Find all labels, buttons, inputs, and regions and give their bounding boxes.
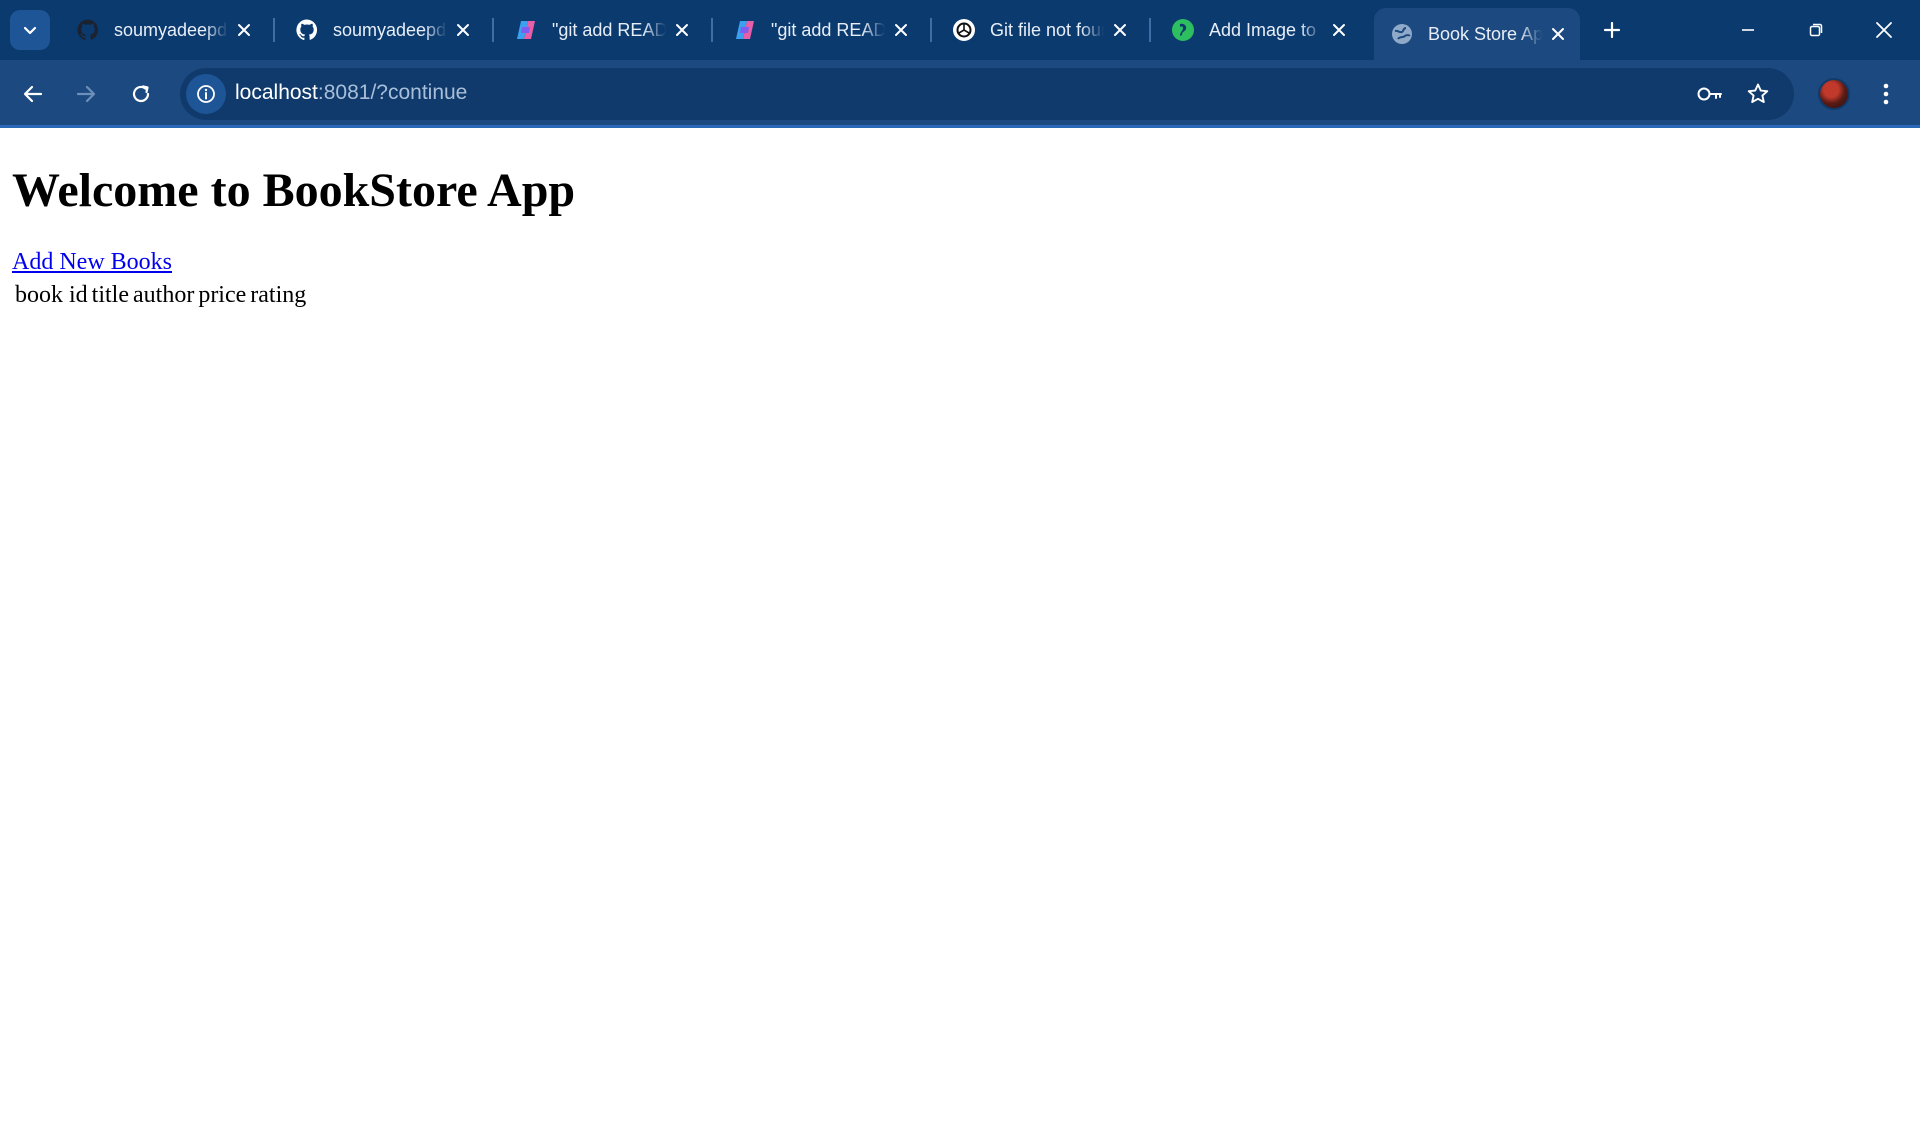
browser-menu-button[interactable] (1868, 74, 1904, 114)
column-header-price: price (198, 282, 247, 308)
restore-icon (1809, 23, 1823, 37)
add-new-books-link[interactable]: Add New Books (12, 249, 172, 276)
tab-separator (492, 18, 494, 42)
star-icon (1747, 83, 1769, 104)
close-icon[interactable] (672, 20, 692, 40)
evernote-icon (1171, 18, 1195, 42)
password-key-button[interactable] (1694, 78, 1726, 110)
url-path: :8081/?continue (317, 81, 468, 104)
tab-search-button[interactable] (10, 10, 50, 50)
bookmark-star-button[interactable] (1742, 78, 1774, 110)
minimize-button[interactable] (1720, 8, 1776, 52)
tab-2[interactable]: soumyadeepdey (279, 10, 485, 50)
table-header-row: book id title author price rating (14, 281, 307, 310)
close-icon[interactable] (1329, 20, 1349, 40)
books-table: book id title author price rating (12, 279, 309, 312)
tab-separator (711, 18, 713, 42)
reload-button[interactable] (121, 74, 161, 114)
tab-6[interactable]: Add Image to (1155, 10, 1361, 50)
close-icon[interactable] (1548, 24, 1568, 44)
tab-title: "git add README (771, 19, 885, 40)
tab-title: Book Store App (1428, 23, 1542, 44)
chatgpt-icon (952, 18, 976, 42)
column-header-book-id: book id (15, 282, 88, 308)
more-vert-icon (1883, 83, 1889, 105)
close-icon[interactable] (453, 20, 473, 40)
tab-strip: soumyadeepdey soumyadeepdey "git add REA… (0, 0, 1920, 60)
github-icon (295, 18, 319, 42)
tab-5[interactable]: Git file not found (936, 10, 1142, 50)
url-text[interactable]: localhost:8081/?continue (235, 81, 467, 105)
page-title: Welcome to BookStore App (12, 164, 576, 217)
tab-4[interactable]: "git add README (717, 10, 923, 50)
tab-separator (273, 18, 275, 42)
profile-avatar[interactable] (1818, 78, 1850, 110)
browser-toolbar: localhost:8081/?continue (0, 60, 1920, 128)
close-icon[interactable] (891, 20, 911, 40)
github-icon (76, 18, 100, 42)
tab-title: Add Image to (1209, 19, 1317, 40)
tab-1[interactable]: soumyadeepdey (60, 10, 266, 50)
tab-7-active[interactable]: Book Store App (1374, 8, 1580, 60)
page-content: Welcome to BookStore App Add New Books b… (0, 131, 1920, 1128)
tab-separator (1149, 18, 1151, 42)
column-header-rating: rating (250, 282, 307, 308)
chevron-down-icon (23, 26, 37, 35)
close-window-button[interactable] (1856, 8, 1912, 52)
column-header-title: title (91, 282, 129, 308)
copilot-icon (733, 18, 757, 42)
new-tab-button[interactable] (1596, 14, 1628, 46)
tab-title: Git file not found (990, 19, 1104, 40)
tab-separator (930, 18, 932, 42)
close-icon (1876, 22, 1892, 38)
minimize-icon (1742, 29, 1754, 31)
tab-title: soumyadeepdey (333, 19, 447, 40)
tab-3[interactable]: "git add README (498, 10, 704, 50)
column-header-author: author (133, 282, 195, 308)
restore-button[interactable] (1788, 8, 1844, 52)
address-bar[interactable]: localhost:8081/?continue (180, 68, 1794, 120)
copilot-icon (514, 18, 538, 42)
url-host: localhost (235, 81, 318, 104)
back-button[interactable] (13, 74, 53, 114)
arrow-right-icon (76, 85, 96, 103)
forward-button[interactable] (66, 74, 106, 114)
plus-icon (1603, 21, 1621, 39)
arrow-left-icon (23, 85, 43, 103)
reload-icon (132, 85, 150, 103)
globe-icon (1390, 22, 1414, 46)
info-icon (197, 85, 215, 103)
close-icon[interactable] (1110, 20, 1130, 40)
key-icon (1697, 87, 1722, 101)
site-info-button[interactable] (186, 74, 226, 114)
tab-title: soumyadeepdey (114, 19, 228, 40)
tab-title: "git add README (552, 19, 666, 40)
close-icon[interactable] (234, 20, 254, 40)
